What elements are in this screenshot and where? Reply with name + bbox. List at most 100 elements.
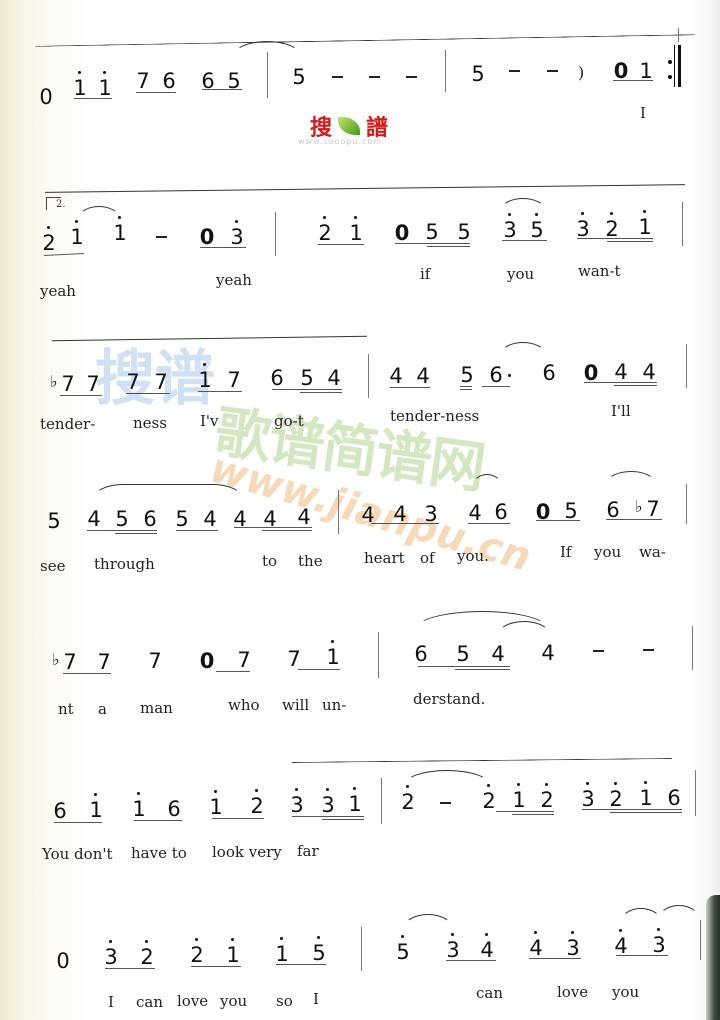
lyric: You don't bbox=[42, 845, 113, 863]
note: 6 bbox=[143, 507, 157, 531]
note: 0 bbox=[199, 649, 215, 673]
underline bbox=[613, 80, 653, 81]
note: 2 bbox=[41, 226, 57, 254]
repeat-end-bar bbox=[678, 45, 681, 87]
note-digit: 2 bbox=[318, 221, 332, 245]
high-octave-dot bbox=[295, 788, 298, 791]
note-digit: 7 bbox=[63, 650, 77, 674]
note: 5 bbox=[564, 499, 578, 523]
note: ♭ 7 bbox=[52, 650, 78, 674]
note-digit: 3 bbox=[503, 218, 517, 242]
note: 1 bbox=[197, 363, 213, 391]
flat-sign: ♭ bbox=[635, 497, 643, 516]
high-octave-dot bbox=[231, 938, 234, 941]
high-octave-dot bbox=[451, 933, 454, 936]
note-digit: 5 bbox=[530, 218, 544, 242]
underline bbox=[300, 392, 342, 393]
lyric: un- bbox=[322, 696, 347, 714]
lyric: you. bbox=[457, 547, 489, 565]
dash bbox=[593, 650, 604, 652]
barline bbox=[692, 626, 693, 670]
lyric: heart bbox=[364, 549, 405, 567]
underline bbox=[234, 527, 312, 528]
note: 3 bbox=[289, 788, 305, 816]
high-octave-dot bbox=[235, 220, 238, 223]
note-digit: 1 bbox=[89, 798, 103, 822]
note: 6 bbox=[667, 786, 681, 810]
note: 4 bbox=[416, 364, 430, 388]
repeat-dot bbox=[668, 60, 672, 64]
note: 1 bbox=[511, 783, 527, 811]
note-digit: 1 bbox=[113, 221, 127, 245]
barline bbox=[445, 50, 446, 92]
high-octave-dot bbox=[78, 71, 81, 74]
barline bbox=[700, 920, 701, 960]
note: 2 bbox=[400, 785, 416, 813]
note-digit: 1 bbox=[209, 795, 223, 819]
underline bbox=[126, 393, 170, 394]
slur bbox=[93, 484, 243, 499]
underline bbox=[418, 666, 510, 667]
lyric: love bbox=[557, 983, 589, 1001]
barline bbox=[686, 484, 687, 524]
lyric: if bbox=[420, 265, 431, 283]
note: 1 bbox=[69, 220, 85, 249]
underline bbox=[63, 673, 111, 674]
note: 0 bbox=[56, 949, 70, 973]
underline bbox=[502, 240, 547, 241]
lyric: you bbox=[507, 265, 535, 283]
note-digit: 1 bbox=[226, 943, 240, 967]
note: 5 bbox=[311, 936, 327, 964]
note: 1 bbox=[347, 787, 363, 815]
tie bbox=[403, 914, 453, 929]
high-octave-dot bbox=[75, 220, 78, 223]
note-digit: 2 bbox=[250, 794, 264, 818]
underline bbox=[455, 669, 510, 670]
note-digit: 1 bbox=[70, 225, 84, 249]
note-digit: 4 bbox=[480, 938, 494, 962]
note: 4 bbox=[297, 505, 311, 529]
note: 2 bbox=[608, 782, 624, 810]
note: 5 bbox=[460, 363, 474, 387]
lyric: I bbox=[640, 104, 646, 122]
lyric: yeah bbox=[40, 282, 76, 300]
note: 4 bbox=[393, 502, 407, 526]
underline bbox=[371, 523, 439, 524]
note: ♭ 7 bbox=[50, 372, 76, 395]
note: 7 bbox=[136, 69, 150, 93]
high-octave-dot bbox=[203, 363, 206, 366]
note-digit: 1 bbox=[639, 786, 653, 810]
underline bbox=[212, 818, 264, 819]
note-digit: 6 bbox=[489, 363, 503, 387]
note: 5 bbox=[395, 935, 411, 963]
note: 3 bbox=[580, 782, 596, 810]
note-digit: 2 bbox=[540, 788, 554, 812]
lyric: of bbox=[420, 549, 435, 567]
high-octave-dot bbox=[610, 212, 613, 215]
high-octave-dot bbox=[317, 936, 320, 939]
underline bbox=[496, 811, 554, 812]
note: 1 bbox=[131, 792, 147, 820]
lyric: If bbox=[560, 543, 572, 561]
repeat-dot bbox=[668, 75, 672, 79]
barline bbox=[674, 45, 675, 87]
barline bbox=[275, 212, 276, 256]
note: 4 bbox=[541, 641, 555, 665]
note: 6 bbox=[53, 799, 67, 823]
note-digit: 2 bbox=[140, 945, 154, 969]
tie bbox=[606, 471, 656, 484]
underline bbox=[292, 816, 364, 817]
lyric: ness bbox=[133, 414, 167, 432]
lyric: tender- bbox=[40, 415, 96, 433]
note: 4 bbox=[389, 364, 403, 388]
dash bbox=[440, 802, 451, 804]
underline bbox=[200, 247, 246, 248]
tie bbox=[78, 206, 120, 219]
note: 1 bbox=[637, 210, 653, 239]
underline bbox=[191, 966, 241, 967]
note: 1 bbox=[88, 793, 104, 822]
note-digit: 1 bbox=[638, 215, 652, 239]
tie bbox=[620, 908, 662, 923]
note-digit: 3 bbox=[321, 793, 335, 817]
high-octave-dot bbox=[255, 789, 258, 792]
